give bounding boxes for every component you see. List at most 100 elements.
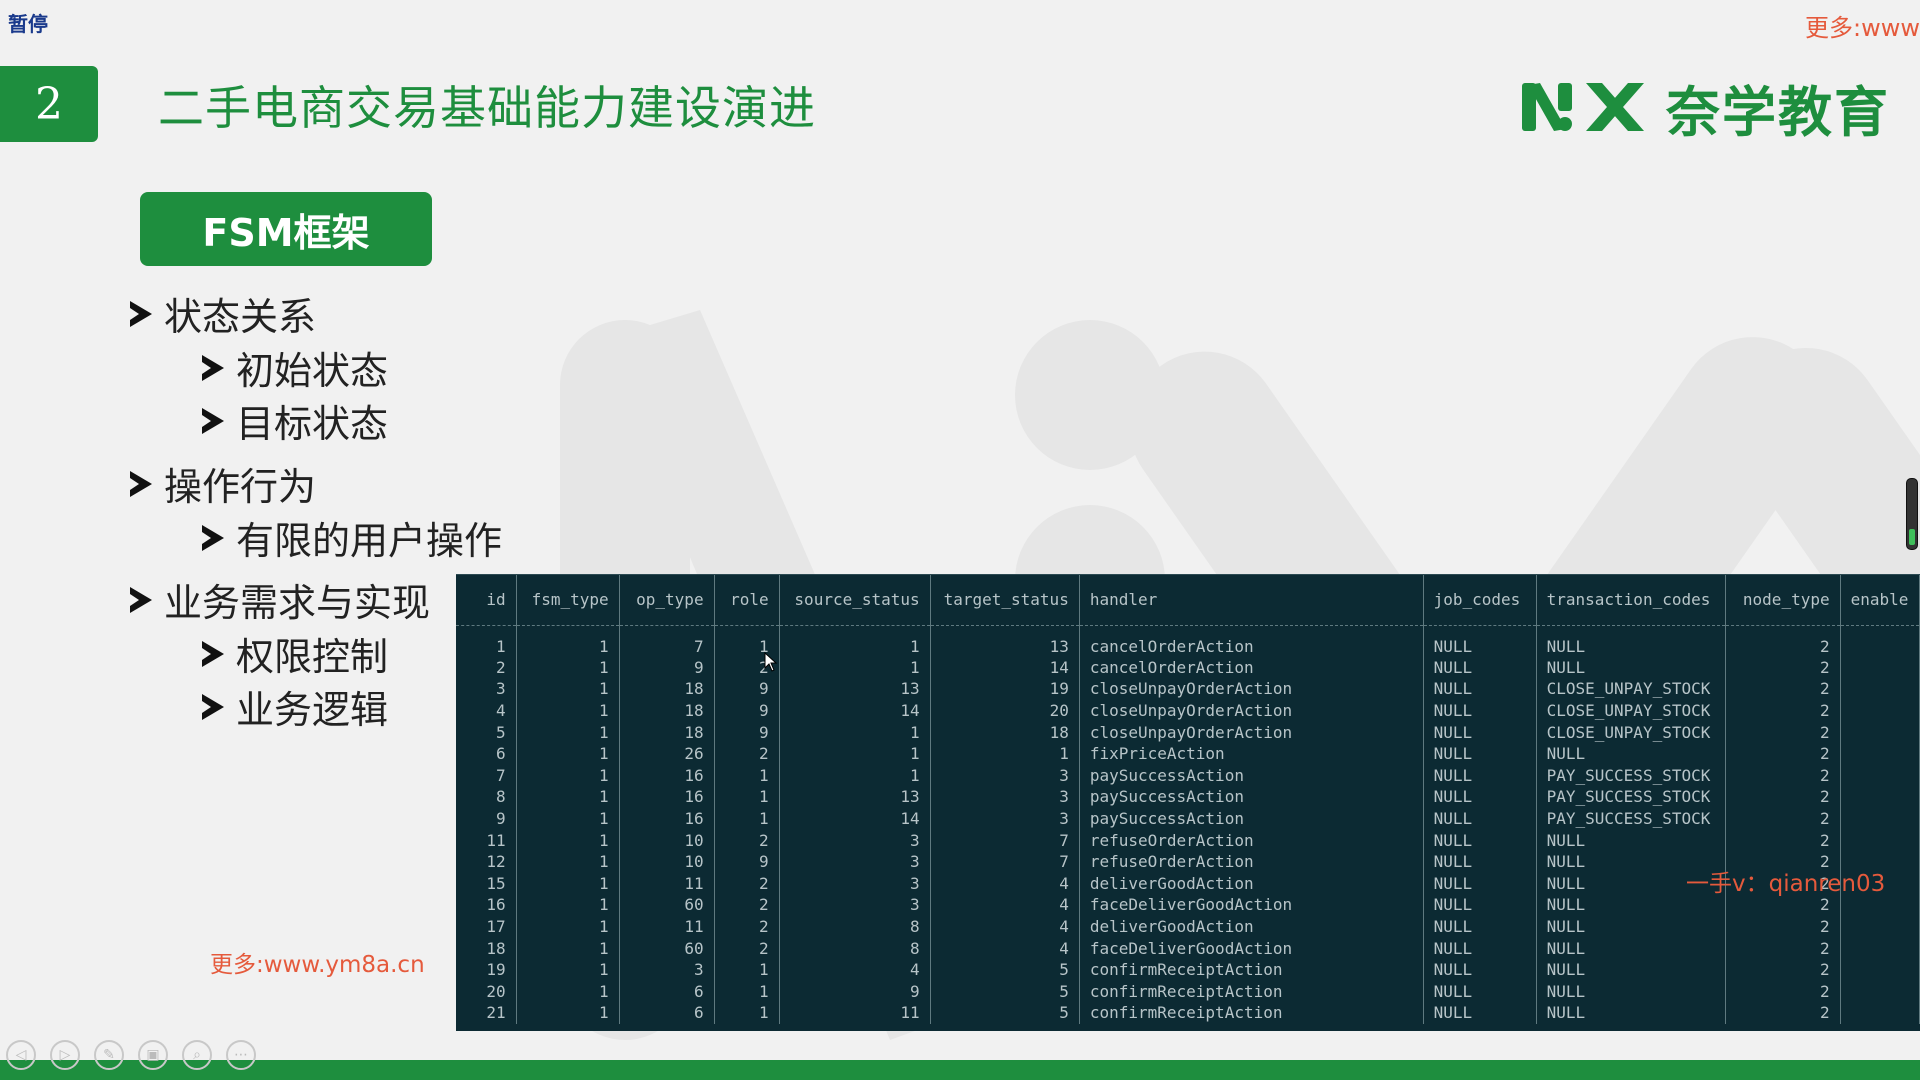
table-cell: 3 xyxy=(779,829,931,851)
table-cell: cancelOrderAction xyxy=(1079,656,1424,679)
table-cell: 9 xyxy=(456,807,517,830)
table-row: 19 1 3 1 4 5 confirmReceiptAction NULL NULL 2 xyxy=(456,958,1920,981)
table-cell: 2 xyxy=(1725,699,1841,722)
table-cell: 7 xyxy=(930,829,1080,851)
table-cell: 1 xyxy=(516,958,620,981)
table-cell: NULL xyxy=(1423,958,1537,981)
table-cell: 2 xyxy=(1725,764,1841,787)
table-cell: 13 xyxy=(779,678,931,700)
table-cell: 1 xyxy=(516,915,620,938)
bullet-label: 业务需求与实现 xyxy=(164,581,431,625)
table-cell: 16 xyxy=(619,786,715,808)
sub-bullet-label: 权限控制 xyxy=(236,635,389,679)
column-header-op-type: op_type xyxy=(619,575,715,625)
table-cell: NULL xyxy=(1423,786,1537,808)
table-cell: 18 xyxy=(456,937,517,959)
table-cell: 1 xyxy=(714,786,780,808)
mouse-cursor-icon xyxy=(764,652,778,672)
table-cell: 4 xyxy=(930,937,1080,959)
slide-overview-button[interactable]: ▣ xyxy=(138,1040,168,1070)
table-row: 11 1 10 2 3 7 refuseOrderAction NULL NULL 2 xyxy=(456,829,1920,851)
table-cell: PAY_SUCCESS_STOCK xyxy=(1536,764,1726,787)
table-cell: 2 xyxy=(714,872,780,895)
pause-label[interactable]: 暂停 xyxy=(8,8,48,37)
sql-result-terminal: id fsm_type op_type role source_status t… xyxy=(456,574,1920,1031)
column-header-role: role xyxy=(714,575,780,625)
table-cell-enable xyxy=(1840,980,1920,1003)
table-cell: 20 xyxy=(930,699,1080,722)
table-cell: 2 xyxy=(1725,678,1841,700)
table-row: 3 1 18 9 13 19 closeUnpayOrderAction NULL CLOSE_… xyxy=(456,678,1920,700)
column-header-id: id xyxy=(456,575,517,625)
table-cell: 1 xyxy=(516,807,620,830)
column-header-target-status: target_status xyxy=(930,575,1080,625)
table-cell: 16 xyxy=(456,894,517,916)
table-cell: confirmReceiptAction xyxy=(1079,958,1424,981)
table-row: 18 1 60 2 8 4 faceDeliverGoodAction NULL NULL 2 xyxy=(456,937,1920,959)
table-cell: refuseOrderAction xyxy=(1079,850,1424,873)
table-cell: 6 xyxy=(456,742,517,765)
table-row: 17 1 11 2 8 4 deliverGoodAction NULL NULL 2 xyxy=(456,915,1920,938)
table-cell: 9 xyxy=(714,699,780,722)
table-cell: 1 xyxy=(516,894,620,916)
table-cell-enable xyxy=(1840,656,1920,679)
table-row: 4 1 18 9 14 20 closeUnpayOrderAction NULL CLOSE_… xyxy=(456,699,1920,722)
table-cell: 2 xyxy=(1725,625,1841,657)
table-cell-enable xyxy=(1840,699,1920,722)
scroll-handle[interactable] xyxy=(1906,478,1918,550)
table-cell: NULL xyxy=(1423,915,1537,938)
bullet-arrow-icon xyxy=(202,524,224,551)
table-cell: 13 xyxy=(779,786,931,808)
table-cell: 2 xyxy=(1725,742,1841,765)
table-cell: closeUnpayOrderAction xyxy=(1079,699,1424,722)
table-cell: 2 xyxy=(456,656,517,679)
slide-number-badge: 2 xyxy=(0,66,98,142)
sub-bullet-label: 有限的用户操作 xyxy=(236,519,503,563)
table-cell: NULL xyxy=(1536,656,1726,679)
pen-tool-button[interactable]: ✎ xyxy=(94,1040,124,1070)
table-cell: 18 xyxy=(619,699,715,722)
top-watermark: 更多:www xyxy=(1805,14,1920,42)
table-cell: fixPriceAction xyxy=(1079,742,1424,765)
table-cell: 7 xyxy=(456,764,517,787)
table-cell: faceDeliverGoodAction xyxy=(1079,894,1424,916)
table-cell: 14 xyxy=(930,656,1080,679)
table-cell: 1 xyxy=(456,625,517,657)
bullet-item: 操作行为 xyxy=(130,456,316,511)
table-row: 8 1 16 1 13 3 paySuccessAction NULL PAY_SUCCESS_… xyxy=(456,786,1920,808)
table-cell: 3 xyxy=(779,894,931,916)
table-cell: 2 xyxy=(1725,829,1841,851)
bullet-label: 操作行为 xyxy=(164,465,317,509)
fsm-config-table: id fsm_type op_type role source_status t… xyxy=(456,575,1920,1024)
table-cell: cancelOrderAction xyxy=(1079,625,1424,657)
table-cell: faceDeliverGoodAction xyxy=(1079,937,1424,959)
table-cell: 2 xyxy=(1725,958,1841,981)
table-cell-enable xyxy=(1840,1002,1920,1024)
table-cell: NULL xyxy=(1423,850,1537,873)
table-cell: 9 xyxy=(714,721,780,743)
bullet-arrow-icon xyxy=(202,407,224,434)
table-cell: 1 xyxy=(516,625,620,657)
table-cell: 21 xyxy=(456,1002,517,1024)
sub-bullet-item: 业务逻辑 xyxy=(202,679,388,734)
zoom-button[interactable]: ⌕ xyxy=(182,1040,212,1070)
table-row: 20 1 6 1 9 5 confirmReceiptAction NULL NULL 2 xyxy=(456,980,1920,1003)
table-cell: 3 xyxy=(779,872,931,895)
table-cell: 26 xyxy=(619,742,715,765)
table-row: 2 1 9 2 1 14 cancelOrderAction NULL NULL 2 xyxy=(456,656,1920,679)
table-cell: NULL xyxy=(1423,678,1537,700)
table-cell: NULL xyxy=(1423,625,1537,657)
table-cell: 4 xyxy=(930,872,1080,895)
section-badge: FSM框架 xyxy=(140,192,432,266)
table-cell: 8 xyxy=(779,915,931,938)
table-cell-enable xyxy=(1840,829,1920,851)
logo-text: 奈学教育 xyxy=(1666,80,1890,144)
table-cell: 18 xyxy=(930,721,1080,743)
prev-slide-button[interactable]: ◁ xyxy=(6,1040,36,1070)
table-body: 1 1 7 1 1 13 cancelOrderAction NULL NULL 2 2 1 9 2 1 14… xyxy=(456,625,1920,1024)
table-cell: 11 xyxy=(619,872,715,895)
table-cell: deliverGoodAction xyxy=(1079,915,1424,938)
table-cell: 18 xyxy=(619,678,715,700)
next-slide-button[interactable]: ▷ xyxy=(50,1040,80,1070)
more-options-button[interactable]: ⋯ xyxy=(226,1040,256,1070)
